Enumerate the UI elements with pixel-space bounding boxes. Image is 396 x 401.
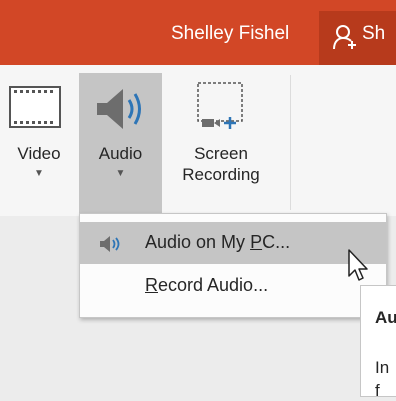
menu-item-label: Record Audio... <box>145 275 269 295</box>
ribbon-separator <box>290 75 291 210</box>
speaker-small-icon <box>98 235 124 258</box>
menu-item-record-audio[interactable]: Record Audio... <box>80 265 386 307</box>
film-icon <box>0 73 78 143</box>
person-add-icon <box>333 24 357 55</box>
speaker-icon <box>79 73 162 143</box>
chevron-down-icon: ▼ <box>34 168 44 179</box>
audio-dropdown-menu: Audio on My PC... Record Audio... <box>79 213 387 318</box>
share-button[interactable]: Sh <box>319 11 396 65</box>
share-label: Sh <box>362 23 386 44</box>
tooltip-body: In <box>375 358 390 377</box>
tooltip-body-2: f <box>375 381 380 400</box>
screen-label-line2: Recording <box>182 165 260 184</box>
tooltip-title: Au <box>375 308 396 327</box>
chevron-down-icon: ▼ <box>115 168 126 179</box>
tooltip: Au In f <box>360 285 396 400</box>
menu-item-label: Audio on My PC... <box>145 232 291 252</box>
mouse-pointer-icon <box>346 248 374 289</box>
screen-label-line1: Screen <box>194 144 248 163</box>
screen-recording-button[interactable]: Screen Recording <box>164 73 278 185</box>
audio-label: Audio <box>98 144 143 163</box>
video-label: Video <box>17 144 61 163</box>
screen-recording-icon <box>164 73 278 143</box>
user-name[interactable]: Shelley Fishel <box>171 23 289 45</box>
menu-item-audio-on-my-pc[interactable]: Audio on My PC... <box>80 222 386 264</box>
audio-button[interactable]: Audio ▼ <box>79 73 162 213</box>
title-bar: Shelley Fishel Sh <box>0 0 396 65</box>
video-button[interactable]: Video ▼ <box>0 73 78 179</box>
ribbon-media-group: Video ▼ Audio ▼ Screen Recording <box>0 65 396 216</box>
